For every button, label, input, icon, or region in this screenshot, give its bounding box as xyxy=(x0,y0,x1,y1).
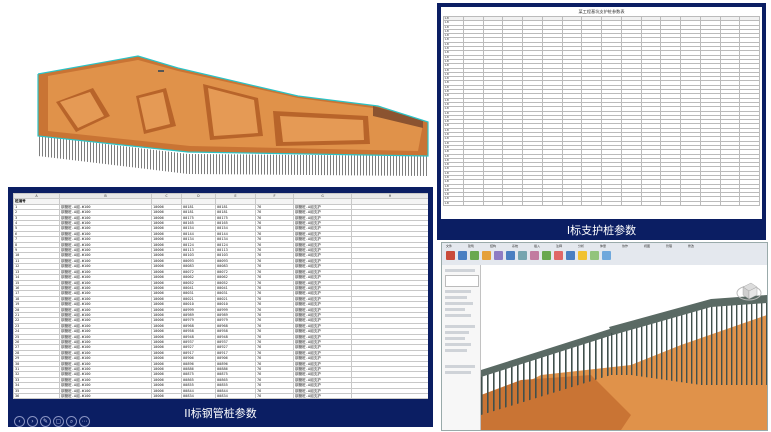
copy-icon[interactable]: ▢ xyxy=(53,416,64,427)
ribbon-tab[interactable]: 插入 xyxy=(534,244,540,249)
door-icon[interactable] xyxy=(482,251,491,260)
property-row xyxy=(445,365,475,368)
ribbon-tab[interactable]: 结构 xyxy=(490,244,496,249)
column-icon[interactable] xyxy=(518,251,527,260)
browser-item[interactable] xyxy=(445,349,467,352)
view-cube[interactable] xyxy=(736,282,762,301)
table-cell xyxy=(640,200,662,207)
table-cell xyxy=(739,200,760,207)
property-row xyxy=(445,371,471,374)
floor-icon[interactable] xyxy=(542,251,551,260)
ribbon-tab[interactable]: 系统 xyxy=(512,244,518,249)
properties-title xyxy=(445,269,475,272)
roof-icon[interactable] xyxy=(530,251,539,260)
property-row xyxy=(445,308,465,311)
ribbon-tab[interactable]: 分析 xyxy=(578,244,584,249)
ribbon-tab[interactable]: 建筑 xyxy=(468,244,474,249)
table-cell xyxy=(620,200,642,207)
property-row xyxy=(445,302,473,305)
table-cell xyxy=(502,200,523,207)
table-cell xyxy=(561,200,583,207)
ribbon-tab[interactable]: 体量 xyxy=(600,244,606,249)
3d-pile-model-view[interactable] xyxy=(18,36,433,186)
ribbon-tab[interactable]: 修改 xyxy=(688,244,694,249)
ribbon-tab[interactable]: 视图 xyxy=(644,244,650,249)
ribbon-toolbar: 文件 建筑 结构 系统 插入 注释 分析 体量 协作 视图 管理 修改 xyxy=(442,243,767,266)
support-pile-sheet[interactable]: 某工程基坑支护桩参数表 1-B 1-B 1-B 1-B 1-B 1-B 1-B 1-B 1-B 1… xyxy=(441,7,762,219)
pen-icon[interactable]: ✎ xyxy=(40,416,51,427)
ribbon-tab[interactable]: 注释 xyxy=(556,244,562,249)
browser-item[interactable] xyxy=(445,343,471,346)
table-cell xyxy=(482,200,504,207)
3d-view-viewport[interactable] xyxy=(481,265,767,430)
component-icon[interactable] xyxy=(506,251,515,260)
work-plane-icon[interactable] xyxy=(602,251,611,260)
steel-pipe-pile-table: A B C D E F G H 桩编号 1 钢管桩-A组-Φ100 10006 00181 00181 76… xyxy=(13,193,428,399)
modify-icon[interactable] xyxy=(458,251,467,260)
table-cell xyxy=(699,200,721,207)
more-icon[interactable]: ⋯ xyxy=(79,416,90,427)
ribbon-tab[interactable]: 文件 xyxy=(446,244,452,249)
table-cell xyxy=(541,200,563,207)
table-cell: 1-B xyxy=(443,200,464,207)
support-pile-table-title: 某工程基坑支护桩参数表 xyxy=(578,9,625,14)
app-menu-icon[interactable] xyxy=(446,251,455,260)
table-cell xyxy=(680,200,701,207)
property-row xyxy=(445,314,471,317)
ribbon-tab[interactable]: 协作 xyxy=(622,244,628,249)
panel-i-caption: I标支护桩参数 xyxy=(566,224,637,237)
type-selector[interactable] xyxy=(445,275,479,287)
stair-icon[interactable] xyxy=(566,251,575,260)
table-row[interactable]: 1-B xyxy=(443,200,760,207)
browser-item[interactable] xyxy=(445,337,465,340)
table-cell xyxy=(719,200,741,207)
revit-application-window: 文件 建筑 结构 系统 插入 注释 分析 体量 协作 视图 管理 修改 xyxy=(441,242,768,431)
properties-palette[interactable] xyxy=(442,265,481,430)
table-cell xyxy=(660,200,681,207)
next-slide-icon[interactable]: › xyxy=(27,416,38,427)
project-browser-title xyxy=(445,325,475,328)
room-icon[interactable] xyxy=(578,251,587,260)
panel-i-support-pile-parameters: 某工程基坑支护桩参数表 1-B 1-B 1-B 1-B 1-B 1-B 1-B 1-B 1-B 1… xyxy=(437,3,766,240)
datum-icon[interactable] xyxy=(590,251,599,260)
ribbon-tab[interactable]: 管理 xyxy=(666,244,672,249)
table-cell xyxy=(601,200,622,207)
support-pile-table: 1-B 1-B 1-B 1-B 1-B 1-B 1-B 1-B 1-B 1-B 1-B 1-B 1-B 1… xyxy=(443,15,760,207)
table-cell xyxy=(581,200,602,207)
wall-icon[interactable] xyxy=(470,251,479,260)
zoom-icon[interactable]: ⌕ xyxy=(66,416,77,427)
panel-ii-steel-pipe-pile-parameters: A B C D E F G H 桩编号 1 钢管桩-A组-Φ100 10006 00181 00181 76… xyxy=(8,187,433,427)
railing-icon[interactable] xyxy=(554,251,563,260)
steel-pipe-pile-sheet[interactable]: A B C D E F G H 桩编号 1 钢管桩-A组-Φ100 10006 00181 00181 76… xyxy=(13,193,428,399)
window-icon[interactable] xyxy=(494,251,503,260)
table-cell xyxy=(462,200,484,207)
browser-item[interactable] xyxy=(445,331,469,334)
property-row xyxy=(445,290,471,293)
table-cell xyxy=(522,200,543,207)
railing-model-render xyxy=(481,282,767,430)
previous-slide-icon[interactable]: ‹ xyxy=(14,416,25,427)
property-row xyxy=(445,296,467,299)
